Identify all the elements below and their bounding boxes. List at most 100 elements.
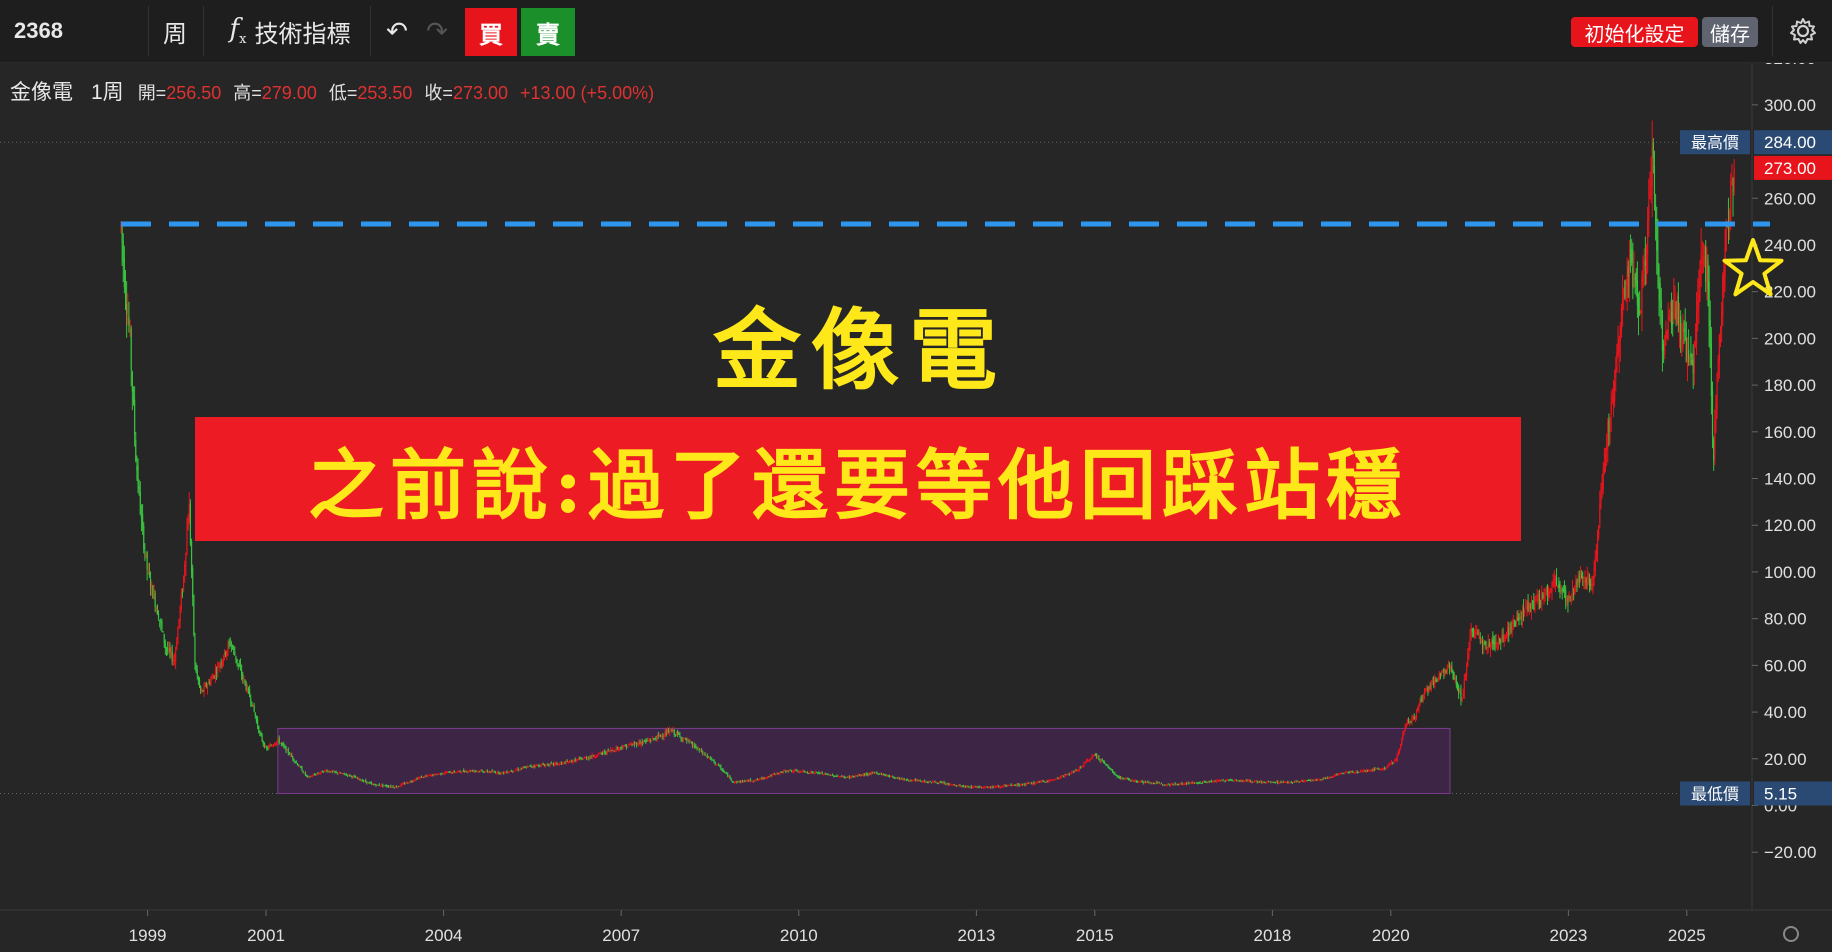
candle-body (341, 773, 343, 775)
axis-settings-icon[interactable] (1783, 926, 1799, 942)
candle-body (1200, 782, 1202, 784)
candle-body (851, 775, 853, 777)
candle-body (287, 749, 289, 754)
candle-body (1064, 774, 1066, 777)
candle-body (1218, 780, 1221, 782)
redo-icon[interactable]: ↷ (420, 0, 454, 62)
candle-body (1684, 329, 1686, 331)
symbol-search[interactable]: 2368 (0, 0, 159, 62)
candle-body (659, 734, 662, 737)
candle-body (551, 763, 554, 765)
candle-body (979, 786, 982, 788)
candle-body (1221, 779, 1223, 781)
candle-body (1025, 783, 1027, 785)
candle-body (1381, 768, 1383, 770)
candle-body (1156, 781, 1158, 784)
candle-body (1575, 580, 1577, 589)
candle-body (1184, 782, 1187, 784)
save-button[interactable]: 儲存 (1702, 17, 1758, 47)
candle-body (1281, 782, 1283, 784)
candle-body (1517, 618, 1519, 621)
candle-body (1510, 622, 1512, 629)
candle-body (669, 729, 671, 735)
candle-body (1463, 679, 1465, 695)
candle-body (1011, 785, 1013, 787)
candle-body (1172, 783, 1174, 785)
interval-button[interactable]: 周 (150, 0, 200, 62)
candle-body (590, 756, 592, 758)
indicators-button[interactable]: fx 技術指標 (210, 0, 370, 62)
candle-body (477, 770, 480, 772)
candle-body (311, 775, 313, 777)
candle-body (1452, 670, 1454, 674)
candle-body (488, 771, 490, 773)
candle-body (1039, 781, 1041, 783)
candle-body (1608, 418, 1610, 433)
candle-body (1313, 780, 1315, 782)
candle-body (1139, 781, 1141, 783)
candle-body (1374, 768, 1377, 770)
candle-body (303, 772, 305, 774)
candle-body (171, 651, 173, 662)
candle-body (1051, 779, 1053, 781)
candle-body (1672, 322, 1674, 324)
candle-body (202, 690, 204, 692)
candle-body (1168, 784, 1171, 786)
candle-body (417, 778, 419, 780)
candle-body (1307, 779, 1309, 781)
time-tick-label: 2010 (780, 926, 818, 945)
candle-body (563, 762, 565, 764)
candle-body (880, 773, 883, 775)
candle-body (950, 783, 952, 785)
candle-body (730, 778, 732, 781)
candle-body (1250, 781, 1253, 783)
candle-body (902, 778, 904, 780)
candle-body (1291, 782, 1294, 784)
candle-body (905, 779, 908, 781)
candle-body (948, 783, 950, 785)
candle-body (1075, 769, 1077, 771)
candle-body (736, 780, 738, 783)
settings-gear-icon[interactable] (1778, 0, 1828, 62)
undo-icon[interactable]: ↶ (380, 0, 414, 62)
candle-body (430, 775, 432, 777)
candle-body (1302, 780, 1304, 782)
candle-body (1304, 780, 1306, 782)
candle-body (460, 772, 462, 774)
candle-body (1192, 782, 1194, 784)
candle-body (677, 731, 679, 735)
candle-body (1486, 647, 1488, 649)
candle-body (1717, 358, 1719, 377)
candle-body (597, 753, 599, 757)
candle-body (1298, 781, 1300, 783)
candle-body (556, 762, 558, 765)
candle-body (1321, 778, 1323, 780)
candle-body (337, 773, 340, 775)
candle-body (1347, 771, 1349, 773)
candle-body (667, 729, 670, 733)
candle-body (329, 771, 332, 773)
sell-button[interactable]: 賣 (521, 8, 575, 56)
candle-body (124, 284, 127, 298)
candle-body (815, 772, 818, 774)
candle-body (946, 783, 949, 785)
candle-body (326, 770, 328, 772)
candle-body (1614, 382, 1616, 403)
candle-body (342, 773, 344, 775)
candle-body (645, 740, 647, 742)
candle-body (1372, 768, 1374, 771)
candle-body (1363, 770, 1365, 772)
buy-button[interactable]: 買 (465, 8, 517, 56)
candle-body (330, 770, 333, 773)
candle-body (1017, 783, 1019, 785)
candle-body (1481, 641, 1484, 648)
candle-body (712, 759, 714, 761)
candle-body (307, 776, 309, 778)
candle-body (127, 315, 129, 322)
candle-body (1090, 758, 1092, 760)
reset-settings-button[interactable]: 初始化設定 (1571, 17, 1698, 47)
candle-body (1439, 672, 1442, 678)
candle-body (1216, 780, 1218, 782)
candle-body (1415, 712, 1418, 719)
candle-body (1722, 275, 1724, 317)
